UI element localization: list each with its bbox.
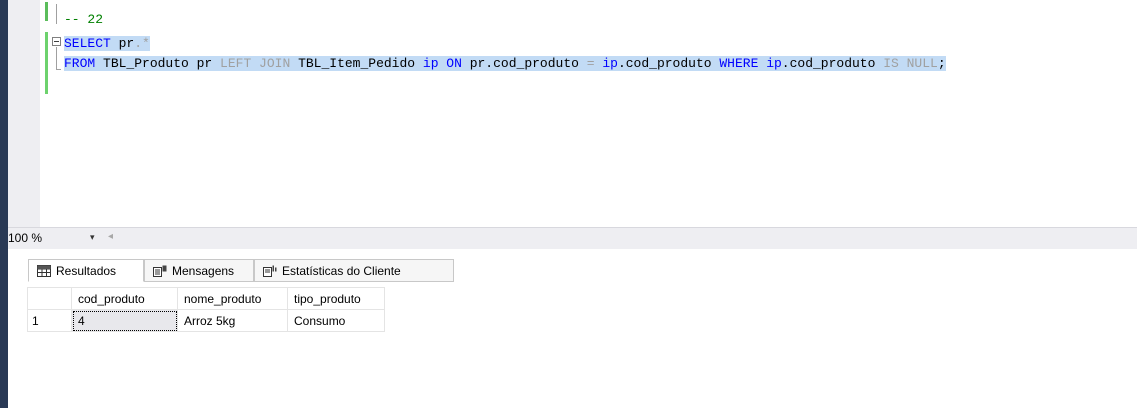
condition-text: .cod_produto — [781, 56, 884, 71]
code-line-from[interactable]: FROM TBL_Produto pr LEFT JOIN TBL_Item_P… — [64, 55, 946, 73]
keyword-select: SELECT — [64, 36, 111, 51]
editor-margin — [8, 0, 40, 227]
outline-line — [56, 47, 57, 69]
table-row[interactable]: 1 4 Arroz 5kg Consumo — [27, 309, 385, 332]
star-text: .* — [134, 36, 150, 51]
code-line-comment[interactable]: -- 22 — [64, 11, 103, 29]
table-text: TBL_Item_Pedido — [290, 56, 423, 71]
row-number[interactable]: 1 — [27, 309, 72, 332]
keyword-left-join: LEFT JOIN — [220, 56, 291, 71]
table-cell[interactable]: Arroz 5kg — [177, 309, 288, 332]
grid-header-row: cod_produto nome_produto tipo_produto — [27, 287, 385, 310]
operator-eq: = — [586, 56, 595, 71]
results-grid[interactable]: cod_produto nome_produto tipo_produto 1 … — [27, 287, 385, 332]
alias-ip: ip — [422, 56, 439, 71]
keyword-from: FROM — [64, 56, 96, 71]
condition-text: pr.cod_produto — [461, 56, 587, 71]
tab-resultados[interactable]: Resultados — [28, 259, 144, 282]
tab-label: Estatísticas do Cliente — [282, 263, 401, 278]
change-indicator-saved — [45, 2, 48, 21]
column-header[interactable]: nome_produto — [177, 287, 288, 310]
keyword-is-null: IS NULL — [883, 56, 938, 71]
keyword-where: WHERE — [719, 56, 759, 71]
outline-end — [56, 69, 61, 70]
tab-label: Mensagens — [172, 263, 235, 278]
alias-ip: ip — [758, 56, 782, 71]
zoom-level[interactable]: 100 % — [0, 231, 42, 245]
alias-ip: ip — [594, 56, 618, 71]
table-cell[interactable]: 4 — [71, 309, 178, 332]
messages-icon — [153, 265, 167, 277]
corner-cell[interactable] — [27, 287, 72, 310]
scroll-left-icon[interactable]: ◂ — [108, 231, 113, 242]
table-text: TBL_Produto pr — [95, 56, 221, 71]
keyword-on: ON — [438, 56, 462, 71]
stats-icon — [263, 265, 277, 277]
semicolon-text: ; — [937, 56, 946, 71]
condition-text: .cod_produto — [617, 56, 720, 71]
window-left-border — [0, 0, 8, 408]
column-header[interactable]: cod_produto — [71, 287, 178, 310]
column-header[interactable]: tipo_produto — [287, 287, 385, 310]
tab-mensagens[interactable]: Mensagens — [144, 259, 254, 282]
alias-text: pr — [110, 36, 135, 51]
tab-estatisticas[interactable]: Estatísticas do Cliente — [254, 259, 454, 282]
grid-icon — [37, 264, 51, 277]
code-line-select[interactable]: SELECT pr.* — [64, 35, 150, 53]
collapse-icon[interactable] — [52, 37, 61, 46]
sql-editor[interactable]: -- 22 SELECT pr.* FROM TBL_Produto pr LE… — [8, 0, 1137, 227]
editor-statusbar: 100 % ▾ ◂ — [8, 227, 1137, 249]
outline-line — [56, 4, 57, 24]
change-indicator-modified — [45, 32, 48, 94]
chevron-down-icon[interactable]: ▾ — [90, 232, 95, 243]
comment-text: -- 22 — [64, 12, 104, 27]
table-cell[interactable]: Consumo — [287, 309, 385, 332]
tab-label: Resultados — [56, 263, 117, 278]
